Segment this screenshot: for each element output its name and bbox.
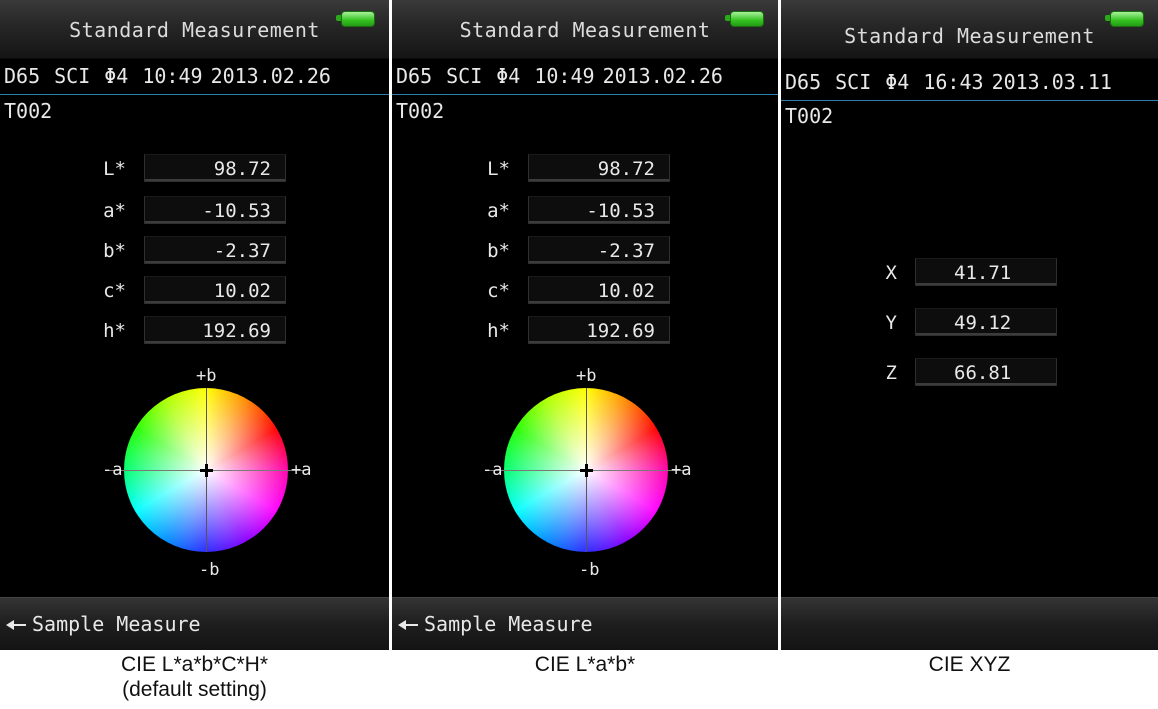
value-label: a*: [487, 200, 510, 222]
value-label: Z: [885, 362, 897, 384]
value-label: b*: [103, 240, 126, 262]
value-field: 10.02: [144, 276, 286, 304]
illuminant: D65: [396, 64, 433, 88]
battery-icon: [1105, 11, 1144, 27]
battery-icon: [336, 11, 375, 27]
caption-title: CIE L*a*b*C*H*: [120, 653, 269, 676]
caption-lab: CIE L*a*b*: [392, 652, 778, 677]
date: 2013.03.11: [991, 70, 1112, 94]
sample-measure-label: Sample Measure: [32, 612, 201, 636]
aperture: Φ4: [885, 70, 910, 94]
sample-measure-button[interactable]: Sample Measure: [398, 612, 593, 636]
value-field: 98.72: [528, 154, 670, 182]
device-screen-lab-lch: Standard Measurement D65 SCI Φ4 10:49 2013.0…: [0, 0, 389, 650]
bottom-bar: Sample Measure: [0, 597, 389, 650]
value-label: h*: [103, 320, 126, 342]
value-label: a*: [103, 200, 126, 222]
measure-mode: SCI: [54, 64, 91, 88]
value-label: L*: [487, 158, 510, 180]
value-field: -10.53: [144, 196, 286, 224]
sample-marker-vertical: [205, 464, 208, 477]
sample-id: T002: [4, 99, 53, 123]
time: 10:49: [534, 64, 595, 88]
value-field: 49.12: [915, 308, 1057, 336]
aperture: Φ4: [496, 64, 521, 88]
axis-label-plus-b: +b: [576, 366, 597, 386]
measurement-info-row: D65 SCI Φ4 10:49 2013.02.26: [0, 64, 389, 95]
screen-title: Standard Measurement: [69, 18, 320, 42]
bottom-bar: Sample Measure: [392, 597, 778, 650]
value-label: h*: [487, 320, 510, 342]
measure-mode: SCI: [446, 64, 483, 88]
axis-label-minus-a: -a: [482, 460, 503, 480]
value-field: -2.37: [528, 236, 670, 264]
title-bar: Standard Measurement: [392, 0, 778, 59]
screen-title: Standard Measurement: [459, 18, 711, 42]
value-field: 192.69: [528, 316, 670, 344]
value-field: -10.53: [528, 196, 670, 224]
time: 16:43: [923, 70, 984, 94]
sample-marker-vertical: [585, 464, 588, 477]
caption-lab-lch: CIE L*a*b*C*H* (default setting): [0, 652, 389, 702]
value-label: L*: [103, 158, 126, 180]
date: 2013.02.26: [602, 64, 723, 88]
value-field: 192.69: [144, 316, 286, 344]
title-bar: Standard Measurement: [781, 0, 1158, 59]
sample-id: T002: [785, 104, 834, 128]
axis-label-minus-a: -a: [102, 460, 123, 480]
value-label: b*: [487, 240, 510, 262]
device-screen-xyz: Standard Measurement D65 SCI Φ4 16:43 2013.0…: [781, 0, 1158, 650]
measurement-info-row: D65 SCI Φ4 10:49 2013.02.26: [392, 64, 778, 95]
axis-label-plus-b: +b: [196, 366, 217, 386]
battery-icon: [725, 11, 764, 27]
title-bar: Standard Measurement: [0, 0, 389, 59]
axis-label-minus-b: -b: [579, 560, 600, 580]
caption-title: CIE L*a*b*: [534, 653, 636, 676]
axis-label-minus-b: -b: [199, 560, 220, 580]
value-field: 41.71: [915, 258, 1057, 286]
bottom-bar: [781, 597, 1158, 650]
sample-id: T002: [396, 99, 445, 123]
value-label: c*: [103, 280, 126, 302]
sample-measure-button[interactable]: Sample Measure: [6, 612, 201, 636]
color-wheel: +b -b -a +a: [482, 366, 691, 596]
time: 10:49: [142, 64, 203, 88]
enter-return-icon: [6, 619, 26, 631]
device-screen-lab: Standard Measurement D65 SCI Φ4 10:49 2013.0…: [392, 0, 778, 650]
value-label: Y: [885, 312, 897, 334]
measure-mode: SCI: [835, 70, 872, 94]
color-wheel: +b -b -a +a: [102, 366, 311, 596]
value-label: X: [885, 262, 897, 284]
value-label: c*: [487, 280, 510, 302]
axis-label-plus-a: +a: [671, 460, 692, 480]
caption-xyz: CIE XYZ: [781, 652, 1158, 677]
date: 2013.02.26: [210, 64, 331, 88]
value-field: -2.37: [144, 236, 286, 264]
illuminant: D65: [785, 70, 822, 94]
illuminant: D65: [4, 64, 41, 88]
screen-title: Standard Measurement: [844, 24, 1095, 48]
caption-subtitle: (default setting): [122, 678, 267, 701]
measurement-info-row: D65 SCI Φ4 16:43 2013.03.11: [781, 70, 1158, 101]
caption-title: CIE XYZ: [928, 653, 1011, 676]
value-field: 66.81: [915, 358, 1057, 386]
value-field: 98.72: [144, 154, 286, 182]
axis-label-plus-a: +a: [291, 460, 312, 480]
enter-return-icon: [398, 619, 418, 631]
aperture: Φ4: [104, 64, 129, 88]
sample-measure-label: Sample Measure: [424, 612, 593, 636]
value-field: 10.02: [528, 276, 670, 304]
